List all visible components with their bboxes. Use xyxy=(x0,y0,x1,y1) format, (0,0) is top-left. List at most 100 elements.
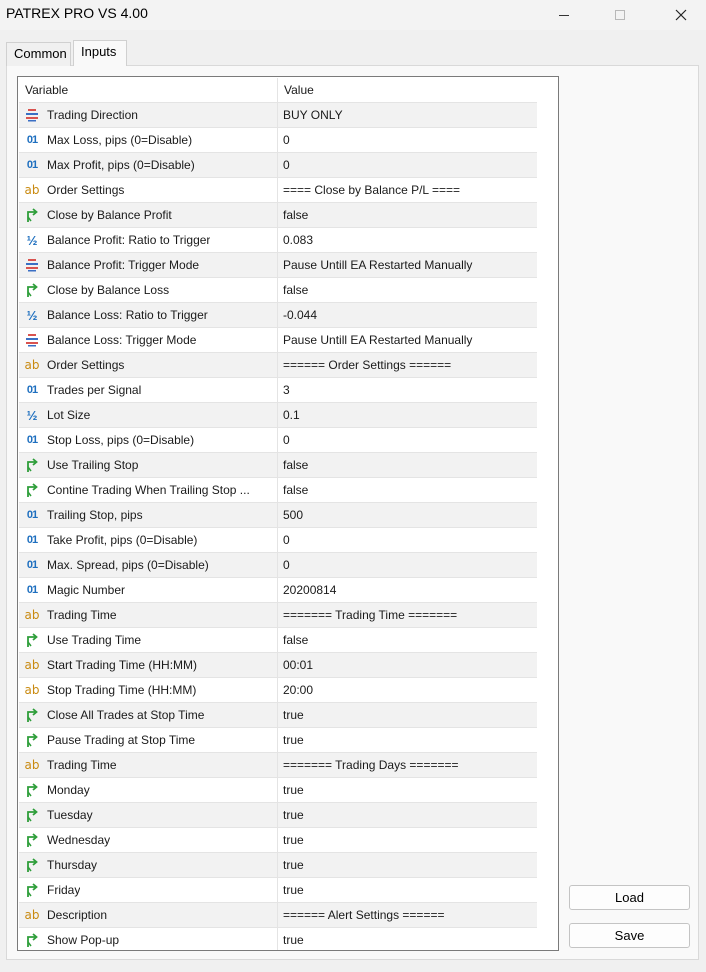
value-cell[interactable]: 0 xyxy=(278,128,537,152)
table-row[interactable]: Contine Trading When Trailing Stop ... fa… xyxy=(19,478,537,503)
variable-cell[interactable]: 01 Take Profit, pips (0=Disable) xyxy=(19,528,278,552)
variable-cell[interactable]: 01 Trailing Stop, pips xyxy=(19,503,278,527)
table-row[interactable]: 01 Take Profit, pips (0=Disable) 0 xyxy=(19,528,537,553)
table-row[interactable]: ab Trading Time ======= Trading Days =====… xyxy=(19,753,537,778)
table-row[interactable]: 01 Magic Number 20200814 xyxy=(19,578,537,603)
variable-cell[interactable]: Wednesday xyxy=(19,828,278,852)
value-cell[interactable]: true xyxy=(278,828,537,852)
variable-cell[interactable]: ab Trading Time xyxy=(19,753,278,777)
value-cell[interactable]: 0.1 xyxy=(278,403,537,427)
variable-cell[interactable]: 01 Trades per Signal xyxy=(19,378,278,402)
close-button[interactable] xyxy=(658,0,704,30)
table-row[interactable]: 01 Max Loss, pips (0=Disable) 0 xyxy=(19,128,537,153)
value-cell[interactable]: true xyxy=(278,928,537,950)
variable-cell[interactable]: Close by Balance Profit xyxy=(19,203,278,227)
value-cell[interactable]: ==== Close by Balance P/L ==== xyxy=(278,178,537,202)
table-row[interactable]: 01 Stop Loss, pips (0=Disable) 0 xyxy=(19,428,537,453)
value-cell[interactable]: 500 xyxy=(278,503,537,527)
value-cell[interactable]: 0 xyxy=(278,528,537,552)
variable-cell[interactable]: ½ Balance Loss: Ratio to Trigger xyxy=(19,303,278,327)
variable-cell[interactable]: ab Stop Trading Time (HH:MM) xyxy=(19,678,278,702)
value-cell[interactable]: true xyxy=(278,703,537,727)
variable-cell[interactable]: Monday xyxy=(19,778,278,802)
table-row[interactable]: ab Trading Time ======= Trading Time =====… xyxy=(19,603,537,628)
table-row[interactable]: ab Description ====== Alert Settings =====… xyxy=(19,903,537,928)
value-cell[interactable]: 3 xyxy=(278,378,537,402)
save-button[interactable]: Save xyxy=(569,923,690,948)
value-cell[interactable]: true xyxy=(278,778,537,802)
variable-cell[interactable]: Close All Trades at Stop Time xyxy=(19,703,278,727)
variable-cell[interactable]: 01 Max. Spread, pips (0=Disable) xyxy=(19,553,278,577)
table-row[interactable]: Wednesday true xyxy=(19,828,537,853)
value-cell[interactable]: ====== Order Settings ====== xyxy=(278,353,537,377)
variable-cell[interactable]: Close by Balance Loss xyxy=(19,278,278,302)
variable-cell[interactable]: Use Trailing Stop xyxy=(19,453,278,477)
value-cell[interactable]: 0.083 xyxy=(278,228,537,252)
variable-cell[interactable]: Thursday xyxy=(19,853,278,877)
variable-cell[interactable]: Balance Profit: Trigger Mode xyxy=(19,253,278,277)
value-cell[interactable]: false xyxy=(278,203,537,227)
variable-cell[interactable]: Tuesday xyxy=(19,803,278,827)
variable-cell[interactable]: ab Order Settings xyxy=(19,178,278,202)
table-row[interactable]: Balance Loss: Trigger Mode Pause Untill E… xyxy=(19,328,537,353)
table-row[interactable]: Thursday true xyxy=(19,853,537,878)
value-cell[interactable]: true xyxy=(278,803,537,827)
table-row[interactable]: Pause Trading at Stop Time true xyxy=(19,728,537,753)
value-cell[interactable]: ======= Trading Days ======= xyxy=(278,753,537,777)
table-row[interactable]: Balance Profit: Trigger Mode Pause Untill… xyxy=(19,253,537,278)
value-cell[interactable]: false xyxy=(278,478,537,502)
variable-cell[interactable]: ab Description xyxy=(19,903,278,927)
value-cell[interactable]: -0.044 xyxy=(278,303,537,327)
table-row[interactable]: 01 Trades per Signal 3 xyxy=(19,378,537,403)
variable-cell[interactable]: Balance Loss: Trigger Mode xyxy=(19,328,278,352)
maximize-button[interactable] xyxy=(597,0,643,30)
tab-common[interactable]: Common xyxy=(6,42,71,66)
value-cell[interactable]: true xyxy=(278,728,537,752)
value-cell[interactable]: true xyxy=(278,878,537,902)
table-row[interactable]: ab Order Settings ==== Close by Balance P/… xyxy=(19,178,537,203)
value-cell[interactable]: Pause Untill EA Restarted Manually xyxy=(278,253,537,277)
value-cell[interactable]: 20:00 xyxy=(278,678,537,702)
table-row[interactable]: Close All Trades at Stop Time true xyxy=(19,703,537,728)
variable-cell[interactable]: 01 Max Profit, pips (0=Disable) xyxy=(19,153,278,177)
variable-cell[interactable]: Pause Trading at Stop Time xyxy=(19,728,278,752)
value-cell[interactable]: false xyxy=(278,628,537,652)
minimize-button[interactable] xyxy=(541,0,587,30)
table-row[interactable]: ab Order Settings ====== Order Settings ==… xyxy=(19,353,537,378)
table-row[interactable]: 01 Max Profit, pips (0=Disable) 0 xyxy=(19,153,537,178)
variable-cell[interactable]: ½ Balance Profit: Ratio to Trigger xyxy=(19,228,278,252)
variable-cell[interactable]: 01 Max Loss, pips (0=Disable) xyxy=(19,128,278,152)
table-row[interactable]: ab Start Trading Time (HH:MM) 00:01 xyxy=(19,653,537,678)
table-row[interactable]: Trading Direction BUY ONLY xyxy=(19,103,537,128)
value-cell[interactable]: 00:01 xyxy=(278,653,537,677)
table-row[interactable]: Use Trailing Stop false xyxy=(19,453,537,478)
table-row[interactable]: Show Pop-up true xyxy=(19,928,537,950)
value-cell[interactable]: 0 xyxy=(278,553,537,577)
variable-cell[interactable]: ab Start Trading Time (HH:MM) xyxy=(19,653,278,677)
value-cell[interactable]: 20200814 xyxy=(278,578,537,602)
table-row[interactable]: 01 Max. Spread, pips (0=Disable) 0 xyxy=(19,553,537,578)
value-cell[interactable]: 0 xyxy=(278,153,537,177)
variable-cell[interactable]: ab Trading Time xyxy=(19,603,278,627)
value-cell[interactable]: false xyxy=(278,278,537,302)
value-cell[interactable]: true xyxy=(278,853,537,877)
table-row[interactable]: Close by Balance Profit false xyxy=(19,203,537,228)
table-row[interactable]: Close by Balance Loss false xyxy=(19,278,537,303)
table-row[interactable]: ½ Balance Profit: Ratio to Trigger 0.083 xyxy=(19,228,537,253)
value-cell[interactable]: BUY ONLY xyxy=(278,103,537,127)
variable-cell[interactable]: 01 Stop Loss, pips (0=Disable) xyxy=(19,428,278,452)
value-cell[interactable]: 0 xyxy=(278,428,537,452)
tab-inputs[interactable]: Inputs xyxy=(73,40,127,66)
value-cell[interactable]: ====== Alert Settings ====== xyxy=(278,903,537,927)
table-row[interactable]: Friday true xyxy=(19,878,537,903)
variable-cell[interactable]: Contine Trading When Trailing Stop ... xyxy=(19,478,278,502)
variable-cell[interactable]: Use Trading Time xyxy=(19,628,278,652)
variable-cell[interactable]: 01 Magic Number xyxy=(19,578,278,602)
table-row[interactable]: Tuesday true xyxy=(19,803,537,828)
table-row[interactable]: ½ Balance Loss: Ratio to Trigger -0.044 xyxy=(19,303,537,328)
value-cell[interactable]: false xyxy=(278,453,537,477)
table-row[interactable]: Use Trading Time false xyxy=(19,628,537,653)
table-row[interactable]: ab Stop Trading Time (HH:MM) 20:00 xyxy=(19,678,537,703)
variable-cell[interactable]: ab Order Settings xyxy=(19,353,278,377)
variable-cell[interactable]: Show Pop-up xyxy=(19,928,278,950)
